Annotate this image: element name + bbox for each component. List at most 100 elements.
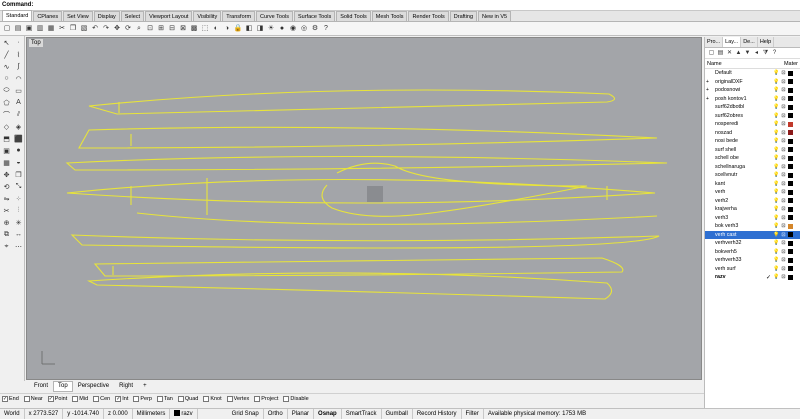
units-status[interactable]: Millimeters xyxy=(133,409,171,419)
viewport-tab-top[interactable]: Top xyxy=(53,380,73,392)
open-file-icon[interactable]: ▤ xyxy=(13,24,23,34)
osnap-perp[interactable]: Perp xyxy=(133,395,152,402)
layer-color-swatch[interactable] xyxy=(788,155,793,161)
osnap-disable[interactable]: Disable xyxy=(283,395,309,402)
lock-icon[interactable]: ⊡ xyxy=(780,181,787,187)
layer-color-swatch[interactable] xyxy=(788,181,793,187)
copy-icon[interactable]: ❐ xyxy=(68,24,78,34)
osnap-vertex[interactable]: Vertex xyxy=(226,395,249,402)
boolean-icon[interactable]: ◒ xyxy=(13,157,24,168)
gumball-toggle[interactable]: Gumball xyxy=(382,409,413,419)
text-icon[interactable]: A xyxy=(13,97,24,108)
layer-row[interactable]: razv ✓ 💡 ⊡ xyxy=(705,273,800,282)
move-icon[interactable]: ✥ xyxy=(1,169,12,180)
layer-row[interactable]: nosi bede 💡 ⊡ xyxy=(705,137,800,146)
layer-row[interactable]: nosperedi 💡 ⊡ xyxy=(705,120,800,129)
zoom-extents-icon[interactable]: ⊞ xyxy=(156,24,166,34)
layer-name[interactable]: Default xyxy=(711,70,766,76)
select-icon[interactable]: ↖ xyxy=(1,37,12,48)
lock-icon[interactable]: ⊡ xyxy=(780,215,787,221)
layer-color-swatch[interactable] xyxy=(788,70,793,76)
filter-toggle[interactable]: Filter xyxy=(462,409,484,419)
toolbar-tab-render-tools[interactable]: Render Tools xyxy=(408,11,449,21)
layer-color-swatch[interactable] xyxy=(788,164,793,170)
layer-name[interactable]: posh kontov1 xyxy=(711,96,766,102)
lock-icon[interactable]: ⊡ xyxy=(780,206,787,212)
visibility-bulb-icon[interactable]: 💡 xyxy=(773,130,780,136)
layer-row[interactable]: kant 💡 ⊡ xyxy=(705,180,800,189)
layer-name[interactable]: verh xyxy=(711,189,766,195)
layer-color-swatch[interactable] xyxy=(788,189,793,195)
osnap-point[interactable]: ✓ Point xyxy=(47,395,67,402)
visibility-bulb-icon[interactable]: 💡 xyxy=(773,181,780,187)
layer-color-swatch[interactable] xyxy=(788,240,793,246)
line-icon[interactable]: ╱ xyxy=(1,49,12,60)
layer-row[interactable]: + originalDXF 💡 ⊡ xyxy=(705,78,800,87)
trim-icon[interactable]: ✂ xyxy=(1,205,12,216)
osnap-toggle[interactable]: Osnap xyxy=(314,409,342,419)
visibility-bulb-icon[interactable]: 💡 xyxy=(773,266,780,272)
toolbar-tab-viewport-layout[interactable]: Viewport Layout xyxy=(145,11,193,21)
grid-snap-toggle[interactable]: Grid Snap xyxy=(228,409,264,419)
curve-icon[interactable]: ∿ xyxy=(1,61,12,72)
layer-name[interactable]: noszad xyxy=(711,130,766,136)
lock-icon[interactable]: ⊡ xyxy=(780,223,787,229)
sphere-icon[interactable]: ● xyxy=(13,145,24,156)
visibility-bulb-icon[interactable]: 💡 xyxy=(773,96,780,102)
save-icon[interactable]: ▣ xyxy=(24,24,34,34)
solid-icon[interactable]: ⬛ xyxy=(13,133,24,144)
layer-color-swatch[interactable] xyxy=(788,232,793,238)
visibility-bulb-icon[interactable]: 💡 xyxy=(773,79,780,85)
layer-row[interactable]: bokverh5 💡 ⊡ xyxy=(705,248,800,257)
import-icon[interactable]: ▦ xyxy=(46,24,56,34)
lock-icon[interactable]: ⊡ xyxy=(780,79,787,85)
render-icon[interactable]: ● xyxy=(277,24,287,34)
visibility-bulb-icon[interactable]: 💡 xyxy=(773,87,780,93)
toolbar-tab-new-in-v5[interactable]: New in V5 xyxy=(478,11,512,21)
layer-name[interactable]: originalDXF xyxy=(711,79,766,85)
options-icon[interactable]: ⚙ xyxy=(310,24,320,34)
visibility-bulb-icon[interactable]: 💡 xyxy=(773,104,780,110)
lock-icon[interactable]: ⊡ xyxy=(780,104,787,110)
panel-tab-3[interactable]: Help xyxy=(758,37,775,47)
grid-icon[interactable]: ▩ xyxy=(189,24,199,34)
layer-row[interactable]: surf62dbotbl 💡 ⊡ xyxy=(705,103,800,112)
visibility-bulb-icon[interactable]: 💡 xyxy=(773,138,780,144)
cplane-status[interactable]: World xyxy=(0,409,25,419)
add-viewport-tab[interactable]: + xyxy=(138,381,152,392)
viewport-canvas[interactable] xyxy=(27,38,701,379)
join-icon[interactable]: ⊕ xyxy=(1,217,12,228)
visibility-bulb-icon[interactable]: 💡 xyxy=(773,147,780,153)
layer-name[interactable]: scellvnutr xyxy=(711,172,766,178)
lock-icon[interactable]: ⊡ xyxy=(780,198,787,204)
lock-icon[interactable]: ⊡ xyxy=(780,172,787,178)
osnap-project[interactable]: Project xyxy=(254,395,278,402)
visibility-bulb-icon[interactable]: 💡 xyxy=(773,249,780,255)
layer-name[interactable]: schell obe xyxy=(711,155,766,161)
freeform-icon[interactable]: ∫ xyxy=(13,61,24,72)
environment-icon[interactable]: ◎ xyxy=(299,24,309,34)
dimension-icon[interactable]: ↔ xyxy=(13,229,24,240)
layer-menu-icon[interactable]: ◂ xyxy=(752,49,761,58)
osnap-knot[interactable]: Knot xyxy=(203,395,222,402)
lock-icon[interactable]: ⊡ xyxy=(780,121,787,127)
cut-icon[interactable]: ✂ xyxy=(57,24,67,34)
material-icon[interactable]: ◉ xyxy=(288,24,298,34)
lock-icon[interactable]: ⊡ xyxy=(780,257,787,263)
layer-name[interactable]: verh3 xyxy=(711,215,766,221)
layer-row[interactable]: verhverh33 💡 ⊡ xyxy=(705,256,800,265)
layer-color-swatch[interactable] xyxy=(788,274,793,280)
visibility-bulb-icon[interactable]: 💡 xyxy=(773,223,780,229)
split-icon[interactable]: ⫶ xyxy=(13,205,24,216)
undo-icon[interactable]: ↶ xyxy=(90,24,100,34)
osnap-checkbox[interactable]: ✓ xyxy=(47,395,54,402)
new-layer-icon[interactable]: ▢ xyxy=(707,49,716,58)
mirror-icon[interactable]: ⇋ xyxy=(1,193,12,204)
visibility-bulb-icon[interactable]: 💡 xyxy=(773,189,780,195)
lock-icon[interactable]: ⊡ xyxy=(780,232,787,238)
layer-name[interactable]: nosi bede xyxy=(711,138,766,144)
visibility-bulb-icon[interactable]: 💡 xyxy=(773,121,780,127)
layer-color-swatch[interactable] xyxy=(788,121,793,127)
layer-name[interactable]: podosnowi xyxy=(711,87,766,93)
layer-row[interactable]: verhverh32 💡 ⊡ xyxy=(705,239,800,248)
